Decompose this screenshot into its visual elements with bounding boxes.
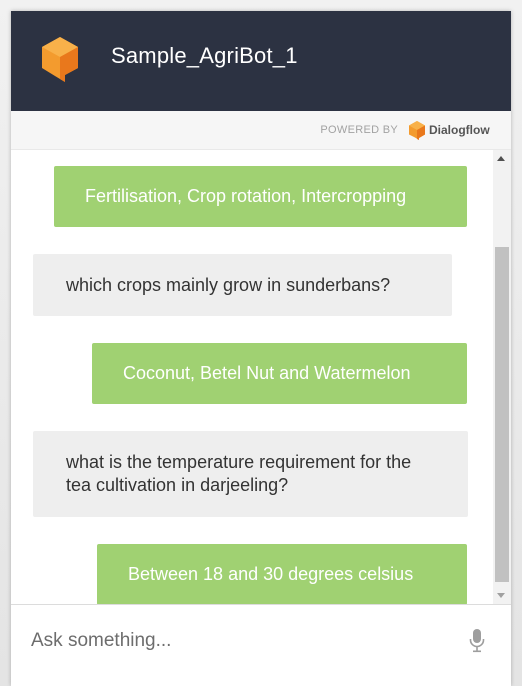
bot-message: Fertilisation, Crop rotation, Intercropp… bbox=[54, 166, 467, 227]
page-background: Sample_AgriBot_1 POWERED BY Dialogflow F… bbox=[0, 0, 522, 686]
scroll-up-arrow-icon[interactable] bbox=[497, 156, 505, 161]
user-message-text: what is the temperature requirement for … bbox=[66, 452, 412, 495]
bot-message-text: Fertilisation, Crop rotation, Intercropp… bbox=[85, 186, 407, 206]
message-input-bar bbox=[11, 604, 511, 686]
conversation-area: Fertilisation, Crop rotation, Intercropp… bbox=[11, 150, 493, 604]
chat-scrollbar[interactable] bbox=[493, 150, 511, 604]
powered-by-bar: POWERED BY Dialogflow bbox=[11, 111, 511, 150]
chat-widget: Sample_AgriBot_1 POWERED BY Dialogflow F… bbox=[11, 11, 511, 686]
bot-message-text: Between 18 and 30 degrees celsius bbox=[128, 564, 414, 584]
dialogflow-logo-icon bbox=[409, 121, 425, 140]
user-message: which crops mainly grow in sunderbans? bbox=[33, 254, 452, 316]
user-message-text: which crops mainly grow in sunderbans? bbox=[66, 275, 391, 295]
scrollbar-thumb[interactable] bbox=[495, 247, 509, 582]
user-message: what is the temperature requirement for … bbox=[33, 431, 468, 517]
bot-message: Between 18 and 30 degrees celsius bbox=[97, 544, 467, 604]
agent-logo-icon bbox=[42, 37, 78, 82]
powered-by-label: POWERED BY bbox=[320, 124, 398, 136]
chat-header: Sample_AgriBot_1 bbox=[11, 11, 511, 111]
message-input[interactable] bbox=[31, 627, 451, 655]
bot-message: Coconut, Betel Nut and Watermelon bbox=[92, 343, 467, 404]
bot-message-text: Coconut, Betel Nut and Watermelon bbox=[123, 363, 411, 383]
agent-title: Sample_AgriBot_1 bbox=[111, 43, 298, 68]
scroll-down-arrow-icon[interactable] bbox=[497, 593, 505, 598]
microphone-icon[interactable] bbox=[469, 629, 485, 653]
dialogflow-brand-name: Dialogflow bbox=[429, 123, 490, 137]
